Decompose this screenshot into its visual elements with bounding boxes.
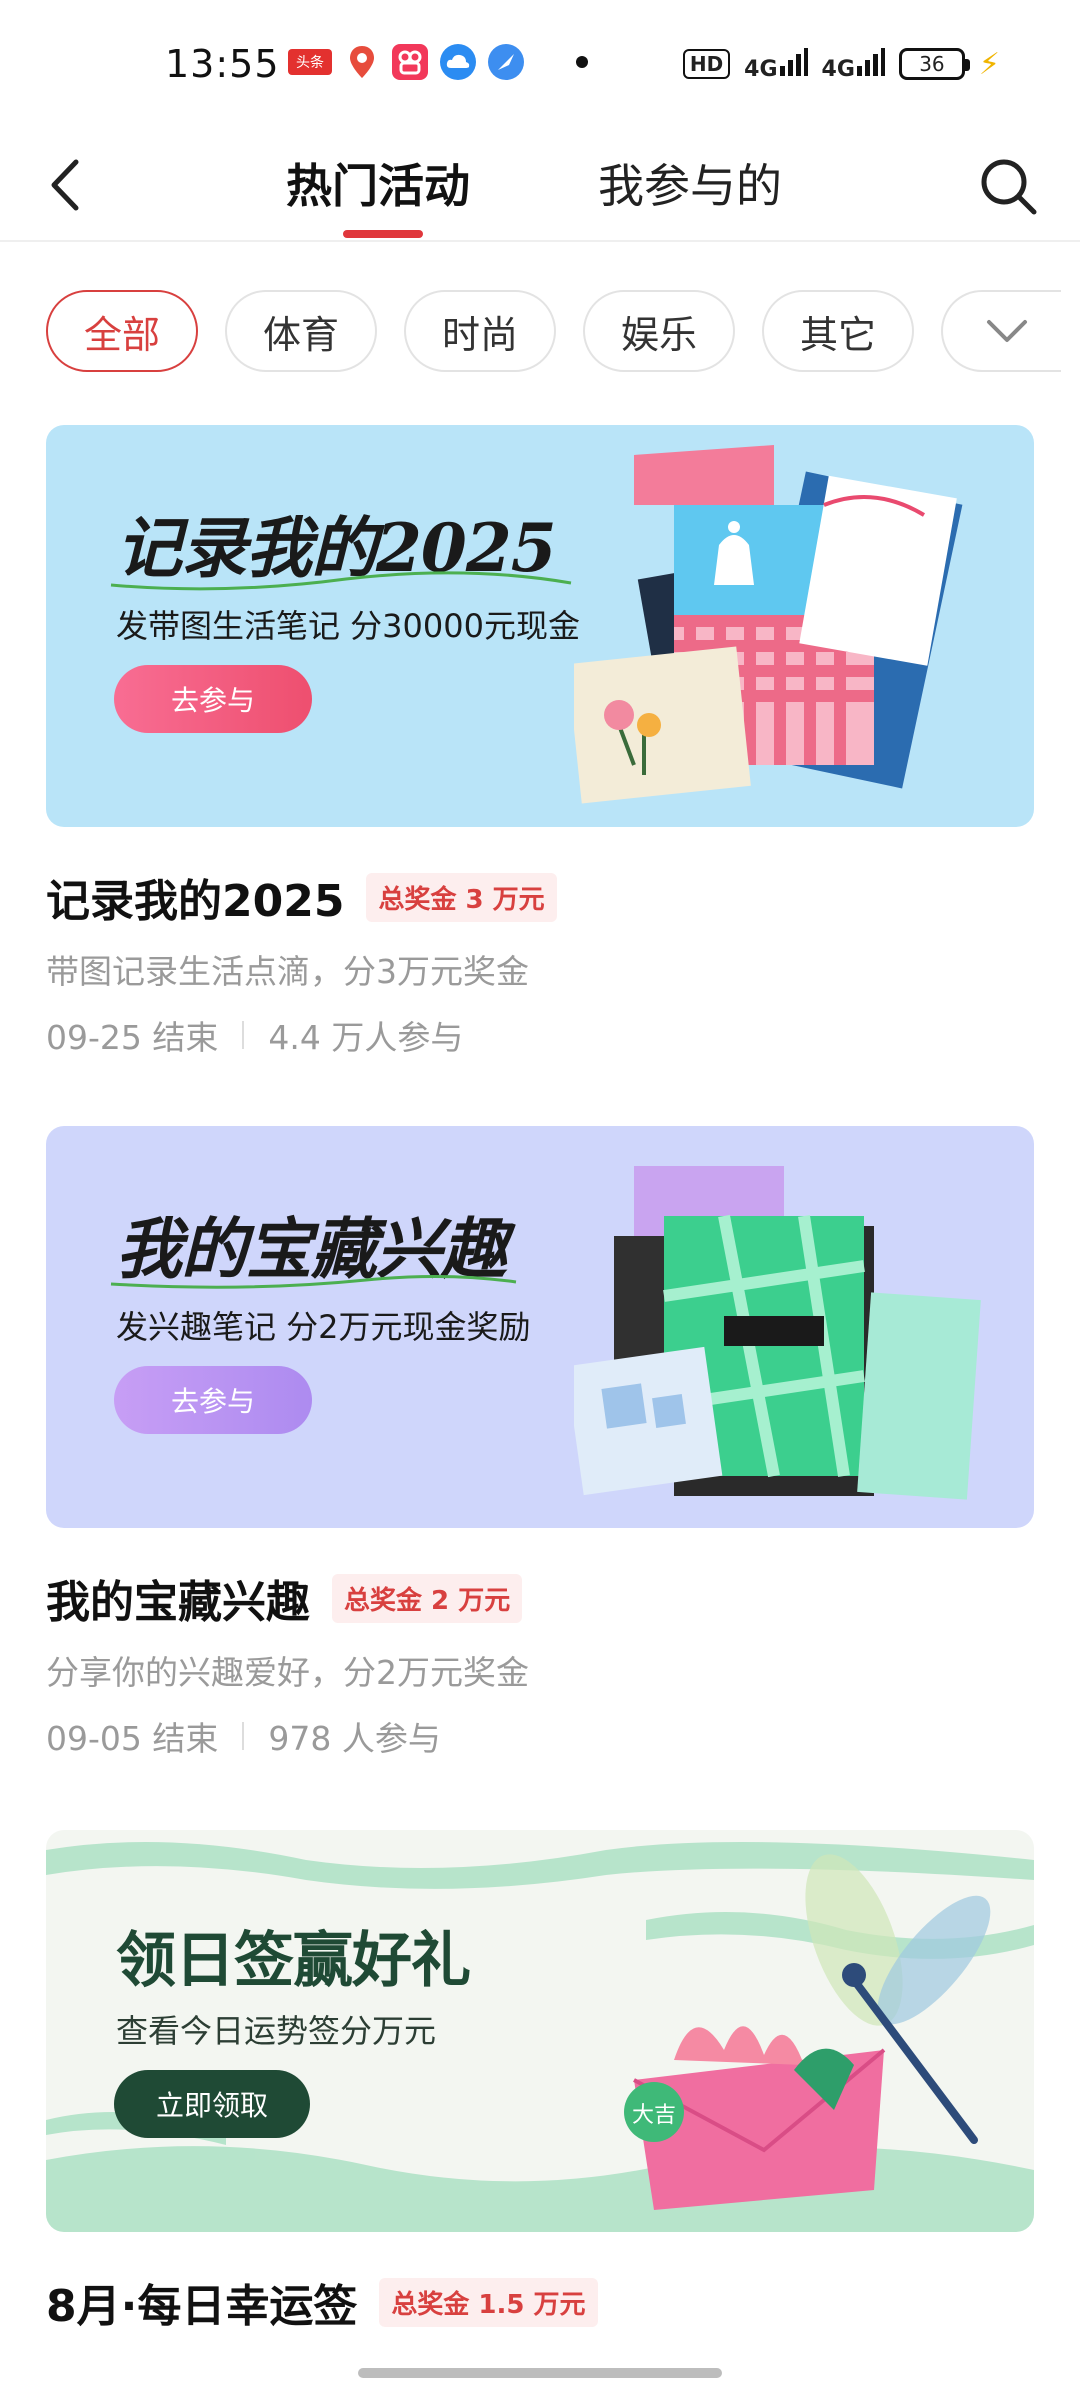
expand-filters-button[interactable]: [941, 290, 1061, 372]
search-button[interactable]: [976, 154, 1040, 218]
browser-app-icon: [488, 44, 524, 80]
activity-banner[interactable]: 记录我的2025 发带图生活笔记 分30000元现金 去参与: [46, 425, 1034, 827]
cloud-app-icon: [440, 44, 476, 80]
more-notifications-dot: [576, 56, 588, 68]
filter-chip-sports[interactable]: 体育: [225, 290, 377, 372]
meta-divider: [242, 1722, 245, 1750]
banner-subtitle: 发兴趣笔记 分2万元现金奖励: [116, 1308, 531, 1346]
chevron-down-icon: [987, 320, 1027, 342]
banner-subtitle: 发带图生活笔记 分30000元现金: [116, 607, 580, 645]
claim-now-button[interactable]: 立即领取: [114, 2070, 310, 2138]
activity-meta: 09-25 结束 4.4 万人参与: [46, 1011, 1034, 1059]
meta-divider: [242, 1021, 245, 1049]
activity-card[interactable]: 我的宝藏兴趣 发兴趣笔记 分2万元现金奖励 去参与 我的宝藏兴趣 总奖金 2 万…: [46, 1126, 1034, 1760]
participant-count: 4.4 万人参与: [268, 1018, 464, 1057]
activity-title: 8月·每日幸运签: [46, 2281, 358, 2332]
notebook-illustration: [574, 445, 963, 804]
activity-banner[interactable]: 我的宝藏兴趣 发兴趣笔记 分2万元现金奖励 去参与: [46, 1126, 1034, 1528]
tab-my-participations[interactable]: 我参与的: [598, 148, 782, 224]
home-gesture-bar[interactable]: [358, 2368, 722, 2378]
back-button[interactable]: [42, 150, 102, 220]
activity-title-row: 记录我的2025 总奖金 3 万元: [46, 867, 1034, 927]
lucky-badge-text: 大吉: [632, 2102, 676, 2127]
activity-card[interactable]: 记录我的2025 发带图生活笔记 分30000元现金 去参与 记录我的2025 …: [46, 425, 1034, 1059]
map-pin-icon: [344, 44, 380, 80]
activity-banner[interactable]: 领日签赢好礼 查看今日运势签分万元 立即领取 大吉: [46, 1830, 1034, 2232]
activity-description: 分享你的兴趣爱好，分2万元奖金: [46, 1653, 529, 1692]
charging-icon: ⚡: [978, 46, 1000, 82]
banner-underline-decoration: [110, 1274, 517, 1289]
participant-count: 978 人参与: [268, 1719, 441, 1758]
join-button[interactable]: 去参与: [114, 1366, 312, 1434]
search-icon: [981, 159, 1037, 215]
status-bar: 13:55 头条 HD 4G 4G 36 ⚡: [0, 0, 1080, 130]
hd-voice-icon: HD: [682, 49, 731, 79]
category-filter-bar: 全部 体育 时尚 娱乐 其它: [46, 290, 1080, 372]
notification-icons: 头条: [288, 44, 588, 80]
active-tab-indicator: [343, 230, 423, 238]
filter-chip-all[interactable]: 全部: [46, 290, 198, 372]
activity-title: 记录我的2025: [46, 876, 345, 927]
top-nav: 热门活动 我参与的: [0, 130, 1080, 242]
tab-hot-activities[interactable]: 热门活动: [286, 148, 470, 224]
activity-meta: 09-05 结束 978 人参与: [46, 1712, 1034, 1760]
activity-title: 我的宝藏兴趣: [46, 1577, 310, 1628]
signal-icon-2: 4G: [822, 46, 885, 82]
end-date: 09-05 结束: [46, 1719, 219, 1758]
kuaishou-app-icon: [392, 44, 428, 80]
activity-title-row: 我的宝藏兴趣 总奖金 2 万元: [46, 1568, 1034, 1628]
status-time: 13:55: [165, 42, 280, 86]
prize-badge: 总奖金 3 万元: [366, 872, 557, 922]
map-notebook-illustration: [574, 1166, 981, 1500]
activity-description: 带图记录生活点滴，分3万元奖金: [46, 952, 529, 991]
filter-chip-entertainment[interactable]: 娱乐: [583, 290, 735, 372]
banner-title: 领日签赢好礼: [116, 1926, 471, 1996]
banner-underline-decoration: [110, 571, 572, 591]
prize-badge: 总奖金 1.5 万元: [379, 2277, 598, 2327]
toutiao-app-icon: 头条: [288, 49, 332, 75]
chevron-left-icon: [51, 159, 79, 211]
end-date: 09-25 结束: [46, 1018, 219, 1057]
system-indicators: HD 4G 4G 36 ⚡: [682, 46, 1000, 82]
prize-badge: 总奖金 2 万元: [332, 1573, 523, 1623]
dragonfly-envelope-illustration: 大吉: [624, 1854, 991, 2210]
activity-card[interactable]: 领日签赢好礼 查看今日运势签分万元 立即领取 大吉 8月·每日幸运签 总奖金 1…: [46, 1830, 1034, 2332]
join-button[interactable]: 去参与: [114, 665, 312, 733]
activity-title-row: 8月·每日幸运签 总奖金 1.5 万元: [46, 2272, 1034, 2332]
battery-icon: 36: [898, 48, 970, 80]
filter-chip-fashion[interactable]: 时尚: [404, 290, 556, 372]
filter-chip-other[interactable]: 其它: [762, 290, 914, 372]
signal-icon-1: 4G: [744, 46, 808, 82]
banner-subtitle: 查看今日运势签分万元: [116, 2012, 437, 2050]
